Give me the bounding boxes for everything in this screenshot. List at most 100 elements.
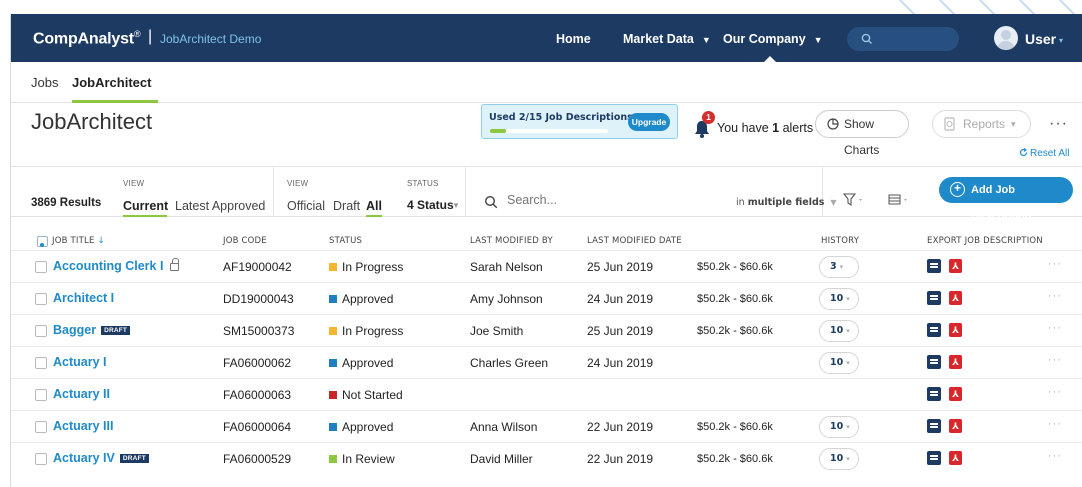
filter-icon[interactable] [842,193,865,210]
history-dropdown[interactable]: 10 ▾ [819,320,859,342]
active-tab-indicator [72,100,158,103]
table-row[interactable]: Actuary I FA06000062 Approved Charles Green… [11,346,1082,378]
reset-all-link[interactable]: Reset All [1019,148,1069,159]
divider [465,167,466,216]
salary-range: $50.2k - $60.6k [697,421,773,433]
history-dropdown[interactable]: 10 ▾ [819,448,859,470]
status-square-icon [329,263,337,271]
chevron-down-icon[interactable]: ▾ [1059,36,1063,45]
column-header-last-modified-date[interactable]: LAST MODIFIED DATE [587,236,682,246]
nav-our-company[interactable]: Our Company ▼ [723,32,823,46]
row-more-options-icon[interactable]: ··· [1048,418,1062,430]
select-all-icon[interactable] [37,236,48,247]
pdf-icon[interactable]: ⅄ [949,419,962,433]
word-document-icon[interactable] [927,451,941,465]
view-all-option[interactable]: All [366,199,382,213]
columns-icon[interactable] [888,193,912,210]
job-title-link[interactable]: Actuary IV DRAFT [53,451,149,465]
history-dropdown[interactable]: 3 ▾ [819,256,859,278]
column-header-last-modified-by[interactable]: LAST MODIFIED BY [470,236,553,246]
history-dropdown[interactable]: 10 ▾ [819,352,859,374]
job-title-link[interactable]: Actuary III [53,419,113,433]
row-checkbox[interactable] [35,357,47,369]
job-title-link[interactable]: Actuary II [53,387,110,401]
nav-market-data[interactable]: Market Data ▼ [623,32,711,46]
word-document-icon[interactable] [927,259,941,273]
row-checkbox[interactable] [35,389,47,401]
job-code: DD19000043 [223,292,294,306]
row-checkbox[interactable] [35,325,47,337]
column-header-job-code[interactable]: JOB CODE [223,236,267,246]
row-more-options-icon[interactable]: ··· [1048,386,1062,398]
brand-logo[interactable]: CompAnalyst® [33,29,141,48]
user-menu[interactable]: User [1025,31,1056,47]
show-charts-button[interactable]: Show Charts [815,110,909,157]
status-filter[interactable]: 4 Status [407,198,454,212]
search-fields-select[interactable]: in multiple fields ▼ [736,197,837,208]
history-dropdown[interactable]: 10 ▾ [819,288,859,310]
chevron-down-icon: ▾ [1011,119,1016,129]
table-row[interactable]: Actuary IV DRAFT FA06000529 In Review David … [11,442,1082,474]
reports-button[interactable]: Reports ▾ [932,110,1031,138]
view-latest-approved-option[interactable]: Latest Approved [175,199,265,213]
word-document-icon[interactable] [927,323,941,337]
chevron-down-icon[interactable]: ▼ [452,201,460,210]
avatar[interactable] [994,26,1018,50]
row-checkbox[interactable] [35,261,47,273]
search-icon [484,195,498,209]
view-official-option[interactable]: Official [287,199,325,213]
alerts-text[interactable]: You have 1 alerts [717,121,813,135]
row-more-options-icon[interactable]: ··· [1048,258,1062,270]
last-modified-date: 24 Jun 2019 [587,292,654,306]
lock-icon [170,258,180,271]
table-row[interactable]: Architect I DD19000043 Approved Amy Johnson… [11,282,1082,314]
last-modified-by: Joe Smith [470,324,524,338]
row-more-options-icon[interactable]: ··· [1048,290,1062,302]
table-row[interactable]: Accounting Clerk I AF19000042 In Progress S… [11,250,1082,282]
view-current-option[interactable]: Current [123,199,168,213]
pdf-icon[interactable]: ⅄ [949,259,962,273]
selected-option-indicator [123,215,167,217]
column-header-status[interactable]: STATUS [329,236,362,246]
row-more-options-icon[interactable]: ··· [1048,354,1062,366]
salary-range: $50.2k - $60.6k [697,293,773,305]
word-document-icon[interactable] [927,291,941,305]
job-title-link[interactable]: Bagger DRAFT [53,323,131,337]
pdf-icon[interactable]: ⅄ [949,387,962,401]
upgrade-button[interactable]: Upgrade [628,113,670,131]
row-more-options-icon[interactable]: ··· [1048,322,1062,334]
word-document-icon[interactable] [927,355,941,369]
row-checkbox[interactable] [35,421,47,433]
add-job-description-button[interactable]: + Add Job Description [939,177,1073,222]
pdf-icon[interactable]: ⅄ [949,355,962,369]
search-input[interactable] [507,193,707,207]
pdf-icon[interactable]: ⅄ [949,323,962,337]
divider [273,167,274,216]
column-header-job-title[interactable]: JOB TITLE ↓ [52,236,105,246]
usage-progress-fill [490,129,506,133]
job-title-link[interactable]: Accounting Clerk I [53,258,180,273]
nav-home[interactable]: Home [556,32,591,46]
row-checkbox[interactable] [35,293,47,305]
history-dropdown[interactable]: 10 ▾ [819,416,859,438]
view-draft-option[interactable]: Draft [333,199,360,213]
global-search[interactable] [847,27,959,51]
tab-jobarchitect[interactable]: JobArchitect [72,75,151,90]
row-more-options-icon[interactable]: ··· [1048,450,1062,462]
word-document-icon[interactable] [927,387,941,401]
pdf-icon[interactable]: ⅄ [949,291,962,305]
word-document-icon[interactable] [927,419,941,433]
job-code: FA06000064 [223,420,292,434]
pdf-icon[interactable]: ⅄ [949,451,962,465]
table-row[interactable]: Actuary III FA06000064 Approved Anna Wilson… [11,410,1082,442]
table-row[interactable]: Bagger DRAFT SM15000373 In Progress Joe Smit… [11,314,1082,346]
job-title-link[interactable]: Actuary I [53,355,107,369]
view-label: VIEW [123,179,145,188]
job-title-link[interactable]: Architect I [53,291,114,305]
more-options-icon[interactable]: ··· [1049,115,1068,133]
refresh-icon [1019,148,1028,157]
table-row[interactable]: Actuary II FA06000063 Not Started ⅄ ··· [11,378,1082,410]
row-checkbox[interactable] [35,453,47,465]
column-header-history[interactable]: HISTORY [821,236,859,246]
tab-jobs[interactable]: Jobs [31,75,58,90]
